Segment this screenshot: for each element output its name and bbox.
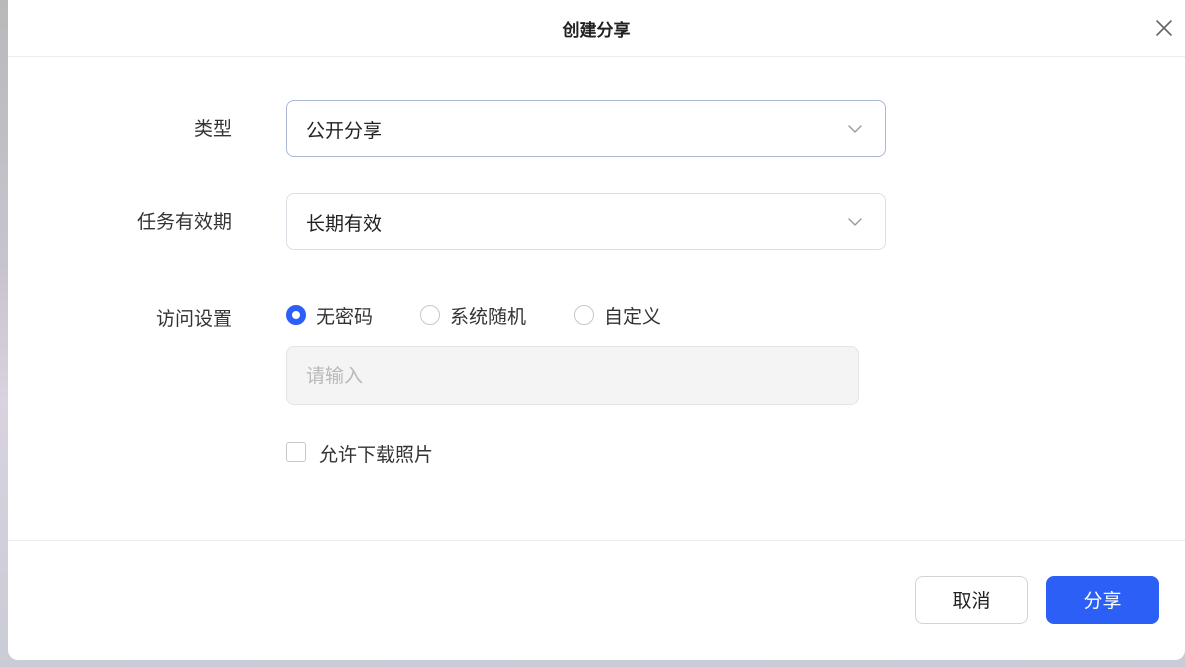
share-button[interactable]: 分享 (1046, 576, 1159, 624)
radio-label: 自定义 (604, 306, 662, 328)
type-select-value: 公开分享 (306, 120, 383, 142)
radio-unchecked-icon (574, 305, 594, 325)
chevron-down-icon (848, 125, 862, 133)
type-select[interactable]: 公开分享 (286, 100, 886, 157)
chevron-down-icon (848, 218, 862, 226)
access-label: 访问设置 (155, 308, 232, 330)
radio-label: 无密码 (316, 306, 374, 328)
radio-checked-icon (286, 305, 306, 325)
password-input[interactable] (286, 346, 859, 405)
radio-unchecked-icon (420, 305, 440, 325)
checkbox-icon (286, 442, 306, 462)
validity-select-value: 长期有效 (306, 213, 383, 235)
close-icon[interactable] (1154, 18, 1174, 38)
allow-download-label: 允许下载照片 (319, 444, 434, 466)
type-label: 类型 (193, 118, 232, 140)
radio-label: 系统随机 (450, 306, 527, 328)
dialog-header: 创建分享 (8, 0, 1185, 57)
validity-select[interactable]: 长期有效 (286, 193, 886, 250)
footer-divider (8, 540, 1185, 541)
cancel-button[interactable]: 取消 (915, 576, 1028, 624)
dialog-title: 创建分享 (562, 21, 631, 41)
validity-label: 任务有效期 (136, 211, 232, 233)
create-share-dialog: 创建分享 类型 公开分享 任务有效期 长期有效 访问设置 无密码 系统随机 自定… (8, 0, 1185, 660)
